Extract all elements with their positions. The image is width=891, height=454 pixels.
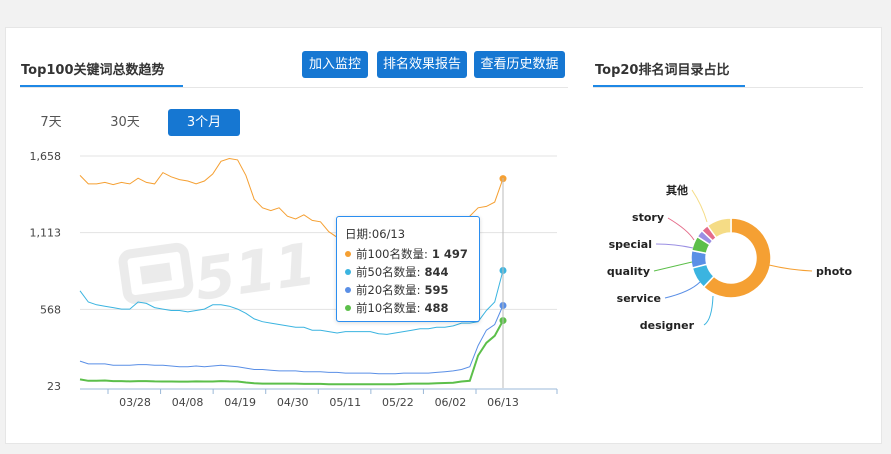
tooltip-label-top100: 前100名数量: xyxy=(356,247,428,261)
y-tick-label: 1,658 xyxy=(30,150,62,163)
donut-leader-line xyxy=(664,281,701,299)
chart-tooltip: 日期:06/13 前100名数量: 1 497 前50名数量: 844 前20名数量… xyxy=(336,216,480,322)
donut-label: photo xyxy=(816,265,853,278)
tooltip-value-top100: 1 497 xyxy=(431,247,468,261)
donut-leader-line xyxy=(691,189,708,223)
watermark-text: 511 xyxy=(190,230,319,314)
tooltip-label-top50: 前50名数量: xyxy=(356,265,421,279)
series-line xyxy=(79,320,504,386)
tooltip-row-top100: 前100名数量: 1 497 xyxy=(345,246,468,262)
tooltip-dot-top10 xyxy=(345,305,351,311)
y-tick-label: 568 xyxy=(40,303,61,316)
tooltip-dot-top100 xyxy=(345,251,351,257)
tooltip-row-top50: 前50名数量: 844 xyxy=(345,264,449,280)
tooltip-label-top20: 前20名数量: xyxy=(356,283,421,297)
tooltip-value-top10: 488 xyxy=(424,301,449,315)
x-tick-label: 05/11 xyxy=(329,396,361,409)
donut-label: special xyxy=(609,238,652,251)
watermark-logo: 511 xyxy=(118,230,320,314)
tooltip-value-top50: 844 xyxy=(424,265,449,279)
x-tick-label: 05/22 xyxy=(382,396,414,409)
x-tick-label: 03/28 xyxy=(119,396,151,409)
donut-leader-line xyxy=(667,217,695,241)
x-tick-label: 04/08 xyxy=(172,396,204,409)
donut-leader-line xyxy=(653,261,693,272)
tooltip-label-top10: 前10名数量: xyxy=(356,301,421,315)
y-tick-label: 1,113 xyxy=(30,227,62,240)
donut-label: service xyxy=(617,292,661,305)
donut-label: story xyxy=(632,211,664,224)
tooltip-row-top20: 前20名数量: 595 xyxy=(345,282,449,298)
tooltip-row-top10: 前10名数量: 488 xyxy=(345,300,449,316)
donut-leader-line xyxy=(655,243,694,249)
x-tick-label: 06/02 xyxy=(435,396,467,409)
donut-label: 其他 xyxy=(666,183,688,197)
donut-leader-line xyxy=(768,264,813,272)
tooltip-dot-top50 xyxy=(345,269,351,275)
tooltip-value-top20: 595 xyxy=(424,283,449,297)
x-tick-label: 06/13 xyxy=(487,396,519,409)
donut-label: quality xyxy=(607,265,650,278)
x-tick-label: 04/30 xyxy=(277,396,309,409)
x-tick-label: 04/19 xyxy=(224,396,256,409)
donut-leader-line xyxy=(703,295,714,326)
tooltip-dot-top20 xyxy=(345,287,351,293)
donut-label: designer xyxy=(640,319,695,332)
tooltip-date: 日期:06/13 xyxy=(345,227,406,241)
y-tick-label: 23 xyxy=(47,380,61,393)
